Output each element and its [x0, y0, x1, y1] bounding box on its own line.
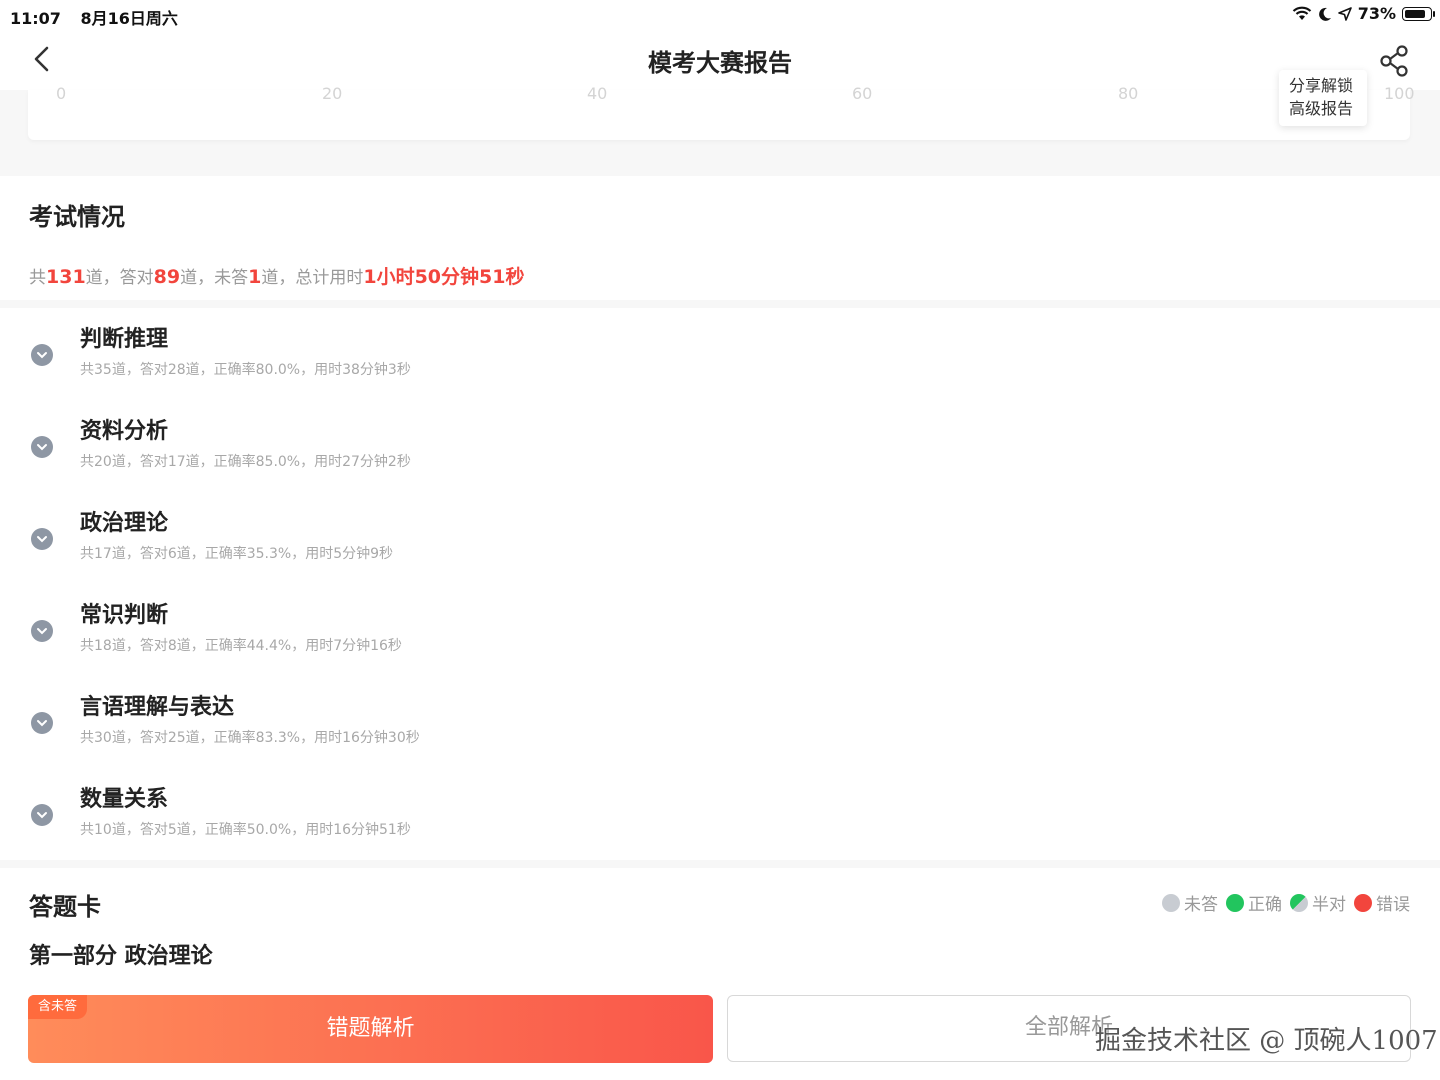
status-date: 8月16日周六: [80, 9, 178, 28]
chevron-down-icon: [31, 344, 53, 366]
subject-row-data-analysis[interactable]: 资料分析 共20道，答对17道，正确率85.0%，用时27分钟2秒: [0, 400, 1440, 492]
subject-name: 判断推理: [80, 327, 169, 352]
subject-stats: 共20道，答对17道，正确率85.0%，用时27分钟2秒: [80, 454, 411, 470]
legend-wrong: 错误: [1376, 895, 1410, 915]
chevron-down-icon: [31, 620, 53, 642]
subject-row-common-sense[interactable]: 常识判断 共18道，答对8道，正确率44.4%，用时7分钟16秒: [0, 584, 1440, 676]
subject-name: 数量关系: [80, 787, 169, 812]
subject-stats: 共35道，答对28道，正确率80.0%，用时38分钟3秒: [80, 362, 411, 378]
share-unlock-tooltip[interactable]: 分享解锁 高级报告: [1279, 70, 1367, 126]
battery-icon: [1402, 6, 1435, 21]
watermark: 掘金技术社区 @ 顶碗人1007: [1095, 1026, 1438, 1056]
correct-count: 89: [153, 266, 181, 288]
axis-tick-100: 100: [1384, 84, 1415, 103]
subject-row-judgment-reasoning[interactable]: 判断推理 共35道，答对28道，正确率80.0%，用时38分钟3秒: [0, 308, 1440, 400]
subject-name: 常识判断: [80, 603, 169, 628]
wifi-icon: [1292, 6, 1311, 20]
exam-section-title: 考试情况: [29, 203, 125, 231]
axis-tick-40: 40: [587, 84, 608, 103]
subject-row-verbal[interactable]: 言语理解与表达 共30道，答对25道，正确率83.3%，用时16分钟30秒: [0, 676, 1440, 768]
legend-half: 半对: [1312, 895, 1346, 915]
chevron-down-icon: [31, 528, 53, 550]
legend-correct: 正确: [1248, 895, 1282, 915]
status-bar: 11:07 8月16日周六 73%: [0, 0, 1440, 30]
wrong-analysis-button[interactable]: 含未答 错题解析: [28, 995, 713, 1063]
tooltip-line-2: 高级报告: [1289, 99, 1354, 118]
status-time: 11:07: [10, 9, 61, 28]
axis-tick-60: 60: [852, 84, 873, 103]
subject-row-quantitative[interactable]: 数量关系 共10道，答对5道，正确率50.0%，用时16分钟51秒: [0, 768, 1440, 860]
unanswered-dot-icon: [1162, 893, 1180, 912]
total-time: 1小时50分钟51秒: [363, 266, 525, 288]
half-correct-dot-icon: [1290, 893, 1308, 912]
axis-tick-20: 20: [322, 84, 343, 103]
wrong-dot-icon: [1354, 893, 1372, 912]
subject-stats: 共10道，答对5道，正确率50.0%，用时16分钟51秒: [80, 822, 411, 838]
exam-summary: 共131道，答对89道，未答1道，总计用时1小时50分钟51秒: [29, 266, 525, 288]
wrong-analysis-label: 错题解析: [326, 1016, 415, 1041]
subject-name: 资料分析: [80, 419, 169, 444]
moon-icon: [1318, 7, 1331, 21]
subject-name: 政治理论: [80, 511, 169, 536]
divider: [0, 860, 1440, 868]
battery-percent: 73%: [1357, 4, 1396, 23]
legend-unanswered: 未答: [1184, 895, 1218, 915]
correct-dot-icon: [1226, 893, 1244, 912]
location-arrow-icon: [1337, 6, 1352, 21]
subject-name: 言语理解与表达: [80, 695, 235, 720]
score-axis-card: [28, 90, 1410, 140]
chevron-down-icon: [31, 804, 53, 826]
axis-tick-0: 0: [56, 84, 67, 103]
chevron-down-icon: [31, 712, 53, 734]
axis-tick-80: 80: [1118, 84, 1139, 103]
total-count: 131: [46, 266, 86, 288]
answer-legend: 未答 正确 半对 错误: [1154, 890, 1410, 915]
includes-unanswered-badge: 含未答: [28, 995, 88, 1019]
share-icon[interactable]: [1378, 44, 1412, 78]
chevron-down-icon: [31, 436, 53, 458]
divider: [0, 300, 1440, 308]
part-title: 第一部分 政治理论: [29, 944, 213, 969]
tooltip-line-1: 分享解锁: [1289, 76, 1354, 95]
subject-stats: 共30道，答对25道，正确率83.3%，用时16分钟30秒: [80, 730, 420, 746]
answer-card-title: 答题卡: [29, 893, 101, 921]
unanswered-count: 1: [248, 266, 262, 288]
page-title: 模考大赛报告: [648, 49, 792, 77]
subject-stats: 共17道，答对6道，正确率35.3%，用时5分钟9秒: [80, 546, 394, 562]
subject-row-political-theory[interactable]: 政治理论 共17道，答对6道，正确率35.3%，用时5分钟9秒: [0, 492, 1440, 584]
subject-stats: 共18道，答对8道，正确率44.4%，用时7分钟16秒: [80, 638, 402, 654]
